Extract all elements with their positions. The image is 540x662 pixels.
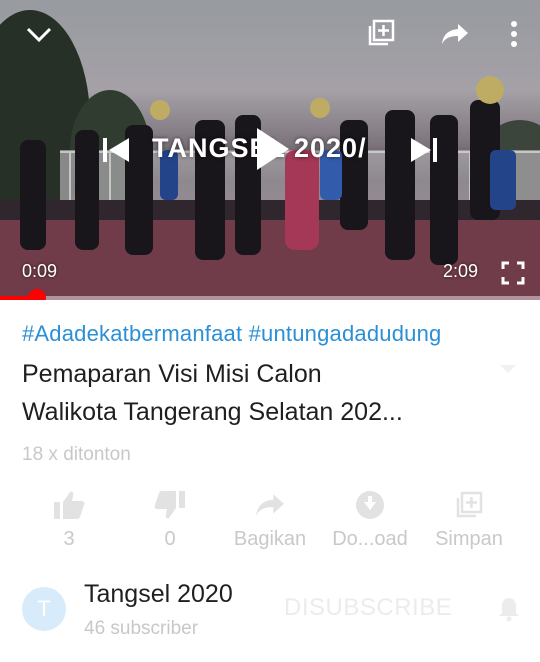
- video-hashtags[interactable]: #Adadekatbermanfaat #untungadadudung: [22, 321, 441, 347]
- share-button[interactable]: Bagikan: [220, 482, 320, 558]
- notification-bell-icon[interactable]: [494, 594, 524, 624]
- dislike-button[interactable]: 0: [120, 482, 220, 558]
- skip-previous-icon[interactable]: [96, 130, 136, 170]
- save-button[interactable]: Simpan: [419, 482, 519, 558]
- duration: 2:09: [443, 261, 479, 281]
- play-icon[interactable]: [250, 124, 294, 174]
- scrubber-handle[interactable]: [28, 289, 46, 300]
- download-icon: [353, 488, 387, 522]
- expand-description-icon[interactable]: [496, 359, 520, 379]
- thumb-down-icon: [153, 488, 187, 522]
- video-title-line-2: Walikota Tangerang Selatan 202...: [22, 398, 403, 426]
- playlist-add-icon: [452, 488, 486, 522]
- share-label: Bagikan: [233, 528, 307, 550]
- share-icon[interactable]: [438, 17, 472, 51]
- video-title-line-1: Pemaparan Visi Misi Calon: [22, 360, 322, 388]
- subscriber-count: 46 subscriber: [84, 618, 199, 639]
- like-count: 3: [63, 528, 75, 550]
- fullscreen-icon[interactable]: [496, 256, 530, 290]
- video-title: Pemaparan Visi Misi Calon Walikota Tange…: [22, 355, 492, 431]
- save-label: Simpan: [435, 528, 503, 550]
- chevron-down-icon[interactable]: [22, 18, 56, 52]
- current-time: 0:09: [22, 261, 58, 281]
- share-arrow-icon: [253, 488, 287, 522]
- video-player[interactable]: TANGSEL 2020/ 0:09 2:09: [0, 0, 540, 300]
- add-to-queue-icon[interactable]: [364, 16, 398, 50]
- like-button[interactable]: 3: [19, 482, 119, 558]
- thumb-up-icon: [52, 488, 86, 522]
- channel-avatar[interactable]: T: [22, 587, 66, 631]
- download-button[interactable]: Do...oad: [320, 482, 420, 558]
- progress-bar[interactable]: [0, 289, 540, 300]
- unsubscribe-button[interactable]: DISUBSCRIBE: [284, 594, 452, 622]
- channel-name[interactable]: Tangsel 2020: [84, 580, 233, 609]
- dislike-count: 0: [164, 528, 176, 550]
- action-bar: 3 0 Bagikan Do...oad Simpan: [0, 482, 540, 558]
- view-count: 18 x ditonton: [22, 444, 131, 465]
- download-label: Do...oad: [332, 528, 408, 550]
- skip-next-icon[interactable]: [404, 130, 444, 170]
- more-vert-icon[interactable]: [497, 17, 531, 51]
